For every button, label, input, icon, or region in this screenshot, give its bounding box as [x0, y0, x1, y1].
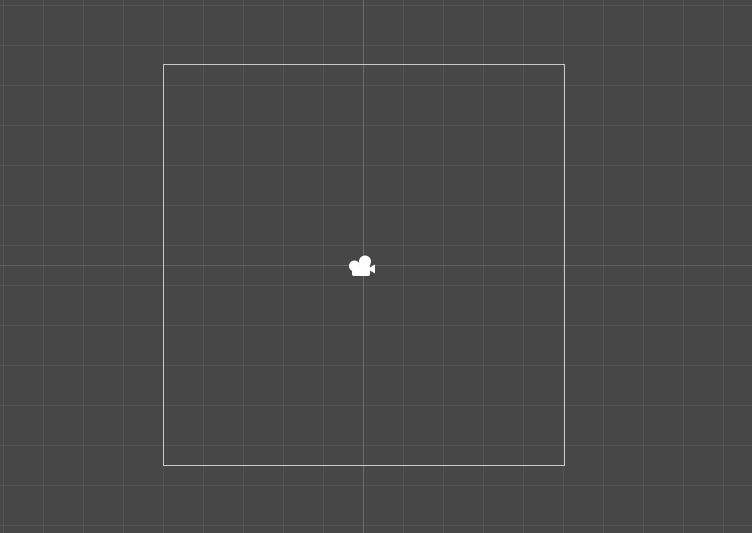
scene-viewport[interactable] — [0, 0, 752, 533]
video-camera-icon[interactable] — [347, 253, 383, 279]
